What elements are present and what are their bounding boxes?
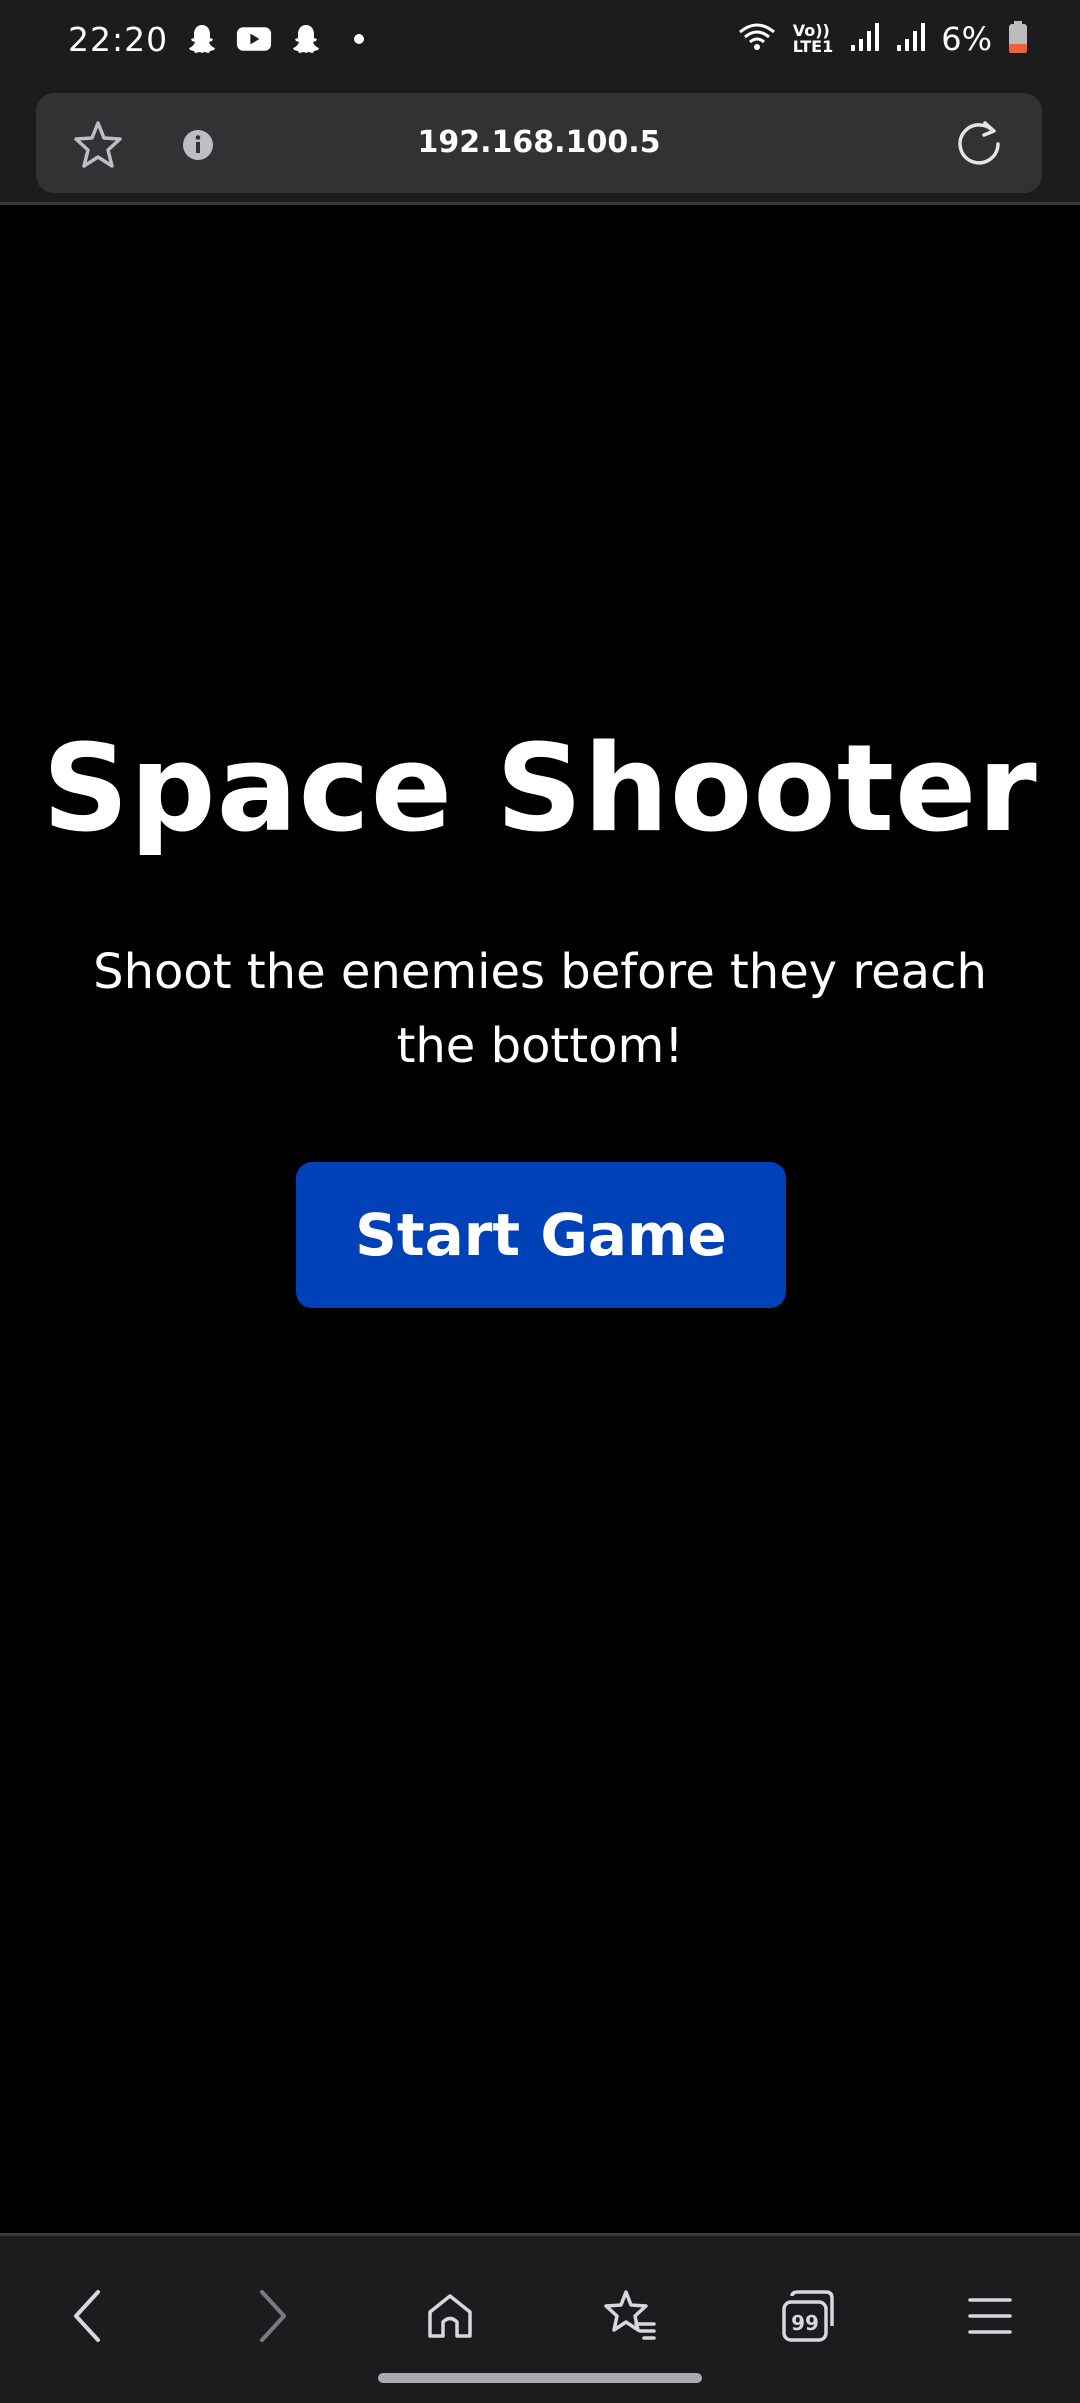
dot-icon [354, 34, 365, 44]
reload-icon[interactable] [952, 117, 1006, 171]
back-icon[interactable] [52, 2280, 124, 2352]
status-right: Vo)) LTE1 6% [737, 20, 1028, 58]
network-label-bottom: LTE1 [792, 37, 834, 56]
url-text[interactable]: 192.168.100.5 [36, 93, 1042, 193]
network-label: Vo)) LTE1 [793, 23, 834, 55]
battery-icon [1008, 20, 1028, 58]
browser-toolbar: 192.168.100.5 [0, 78, 1080, 205]
status-left: 22:20 [68, 19, 365, 59]
youtube-icon [236, 21, 272, 57]
status-time: 22:20 [68, 19, 169, 59]
game-title: Space Shooter [42, 720, 1038, 859]
start-game-button[interactable]: Start Game [296, 1162, 786, 1308]
status-bar: 22:20 Vo)) LTE1 6% [0, 0, 1080, 78]
wifi-icon [737, 21, 777, 57]
home-indicator[interactable] [378, 2373, 702, 2383]
menu-icon[interactable] [954, 2280, 1026, 2352]
snapchat-icon [184, 21, 220, 57]
home-icon[interactable] [414, 2280, 486, 2352]
bookmarks-icon[interactable] [594, 2280, 666, 2352]
address-bar[interactable]: 192.168.100.5 [36, 93, 1042, 193]
snapchat-icon [288, 21, 324, 57]
tabs-count: 99 [791, 2311, 819, 2335]
battery-percent: 6% [941, 20, 992, 58]
tabs-icon[interactable]: 99 [772, 2280, 844, 2352]
game-subtitle: Shoot the enemies before they reach the … [93, 944, 987, 1074]
forward-icon[interactable] [236, 2280, 308, 2352]
signal-icon [895, 21, 926, 57]
signal-icon [849, 21, 880, 57]
